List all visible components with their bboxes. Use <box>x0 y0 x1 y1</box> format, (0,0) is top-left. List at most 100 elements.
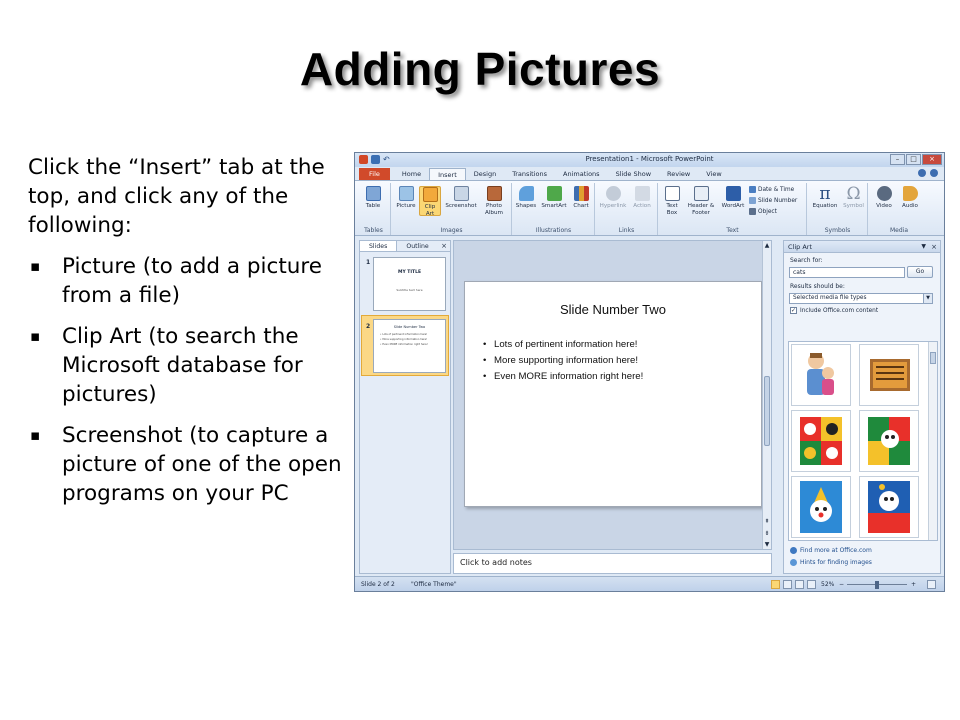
tab-animations[interactable]: Animations <box>555 168 608 180</box>
video-button[interactable]: Video <box>873 186 895 210</box>
slide-thumbnail-1[interactable]: MY TITLE Subtitle text here <box>373 257 446 311</box>
slide-thumbnail-2[interactable]: Slide Number Two • Lots of pertinent inf… <box>373 319 446 373</box>
search-input[interactable]: cats <box>789 267 905 278</box>
clip-art-result[interactable] <box>791 476 851 538</box>
clip-art-result[interactable] <box>859 476 919 538</box>
clip-art-result[interactable] <box>791 344 851 406</box>
text-box-button[interactable]: Text Box <box>661 186 683 216</box>
window-controls: – □ × <box>890 154 942 165</box>
slide-canvas[interactable]: Slide Number Two Lots of pertinent infor… <box>464 281 762 507</box>
table-button[interactable]: Table <box>362 186 384 210</box>
include-office-checkbox[interactable]: ✓ Include Office.com content <box>790 307 878 314</box>
audio-button[interactable]: Audio <box>899 186 921 210</box>
insert-ribbon: Table Tables Picture Clip Art Screenshot… <box>355 180 944 236</box>
zoom-out-icon[interactable]: − <box>839 577 844 591</box>
slide-sorter-view-icon[interactable] <box>783 580 792 589</box>
hints-link[interactable]: Hints for finding images <box>790 559 872 566</box>
tab-transitions[interactable]: Transitions <box>504 168 555 180</box>
smartart-icon <box>546 186 562 201</box>
action-icon <box>634 186 650 201</box>
header-footer-button[interactable]: Header & Footer <box>685 186 717 216</box>
screenshot-button[interactable]: Screenshot <box>444 186 478 210</box>
help-icon[interactable] <box>930 169 938 177</box>
minimize-ribbon-icon[interactable] <box>918 169 926 177</box>
zoom-slider-handle[interactable] <box>875 581 879 589</box>
go-button[interactable]: Go <box>907 266 933 278</box>
slide-number: 1 <box>366 259 371 266</box>
tab-home[interactable]: Home <box>394 168 429 180</box>
editor-scrollbar[interactable]: ▲ ⇞ ⇟ ▼ <box>762 241 771 549</box>
window-title: Presentation1 - Microsoft PowerPoint <box>585 155 714 163</box>
clip-art-button[interactable]: Clip Art <box>419 186 441 217</box>
next-slide-icon[interactable]: ⇟ <box>763 530 771 537</box>
reading-view-icon[interactable] <box>795 580 804 589</box>
tab-review[interactable]: Review <box>659 168 698 180</box>
previous-slide-icon[interactable]: ⇞ <box>763 518 771 525</box>
canvas-bullets[interactable]: Lots of pertinent information here! More… <box>483 337 643 385</box>
notes-pane[interactable]: Click to add notes <box>453 553 772 574</box>
square-bullet-icon: ▪ <box>30 257 41 275</box>
chart-button[interactable]: Chart <box>570 186 592 210</box>
close-icon[interactable]: × <box>931 241 937 253</box>
close-button[interactable]: × <box>922 154 942 165</box>
close-icon[interactable]: × <box>441 242 447 250</box>
square-bullet-icon: ▪ <box>30 327 41 345</box>
clip-art-pane-title: Clip Art <box>788 243 813 251</box>
tab-design[interactable]: Design <box>466 168 504 180</box>
square-bullet-icon: ▪ <box>30 426 41 444</box>
smartart-button[interactable]: SmartArt <box>539 186 569 210</box>
theme-name: "Office Theme" <box>411 581 457 588</box>
media-types-select[interactable]: Selected media file types ▼ <box>789 293 933 304</box>
slide-number: 2 <box>366 323 371 330</box>
wordart-button[interactable]: WordArt <box>719 186 747 210</box>
zoom-in-icon[interactable]: + <box>911 577 916 591</box>
group-links: Hyperlink Action Links <box>596 183 658 235</box>
slide-editor: Slide Number Two Lots of pertinent infor… <box>453 240 772 550</box>
photo-album-button[interactable]: Photo Album <box>480 186 508 216</box>
bullet-text: Clip Art (to search the Microsoft databa… <box>62 324 303 407</box>
slide-number-button[interactable]: Slide Number <box>749 197 797 204</box>
tab-insert[interactable]: Insert <box>429 168 466 180</box>
shapes-icon <box>518 186 534 201</box>
tiger-photo-clipart <box>870 359 910 391</box>
table-icon <box>365 186 381 201</box>
intro-paragraph: Click the “Insert” tab at the top, and c… <box>28 155 325 238</box>
shapes-button[interactable]: Shapes <box>515 186 537 210</box>
canvas-slide-title[interactable]: Slide Number Two <box>465 302 761 317</box>
maximize-button[interactable]: □ <box>906 154 921 165</box>
tab-file[interactable]: File <box>359 168 390 180</box>
symbol-button[interactable]: Ω Symbol <box>841 186 866 210</box>
object-button[interactable]: Object <box>749 208 777 215</box>
date-time-button[interactable]: Date & Time <box>749 186 794 193</box>
find-more-link[interactable]: Find more at Office.com <box>790 547 872 554</box>
slide-show-view-icon[interactable] <box>807 580 816 589</box>
fit-to-window-icon[interactable] <box>927 580 936 589</box>
clip-art-result[interactable] <box>791 410 851 472</box>
zoom-level[interactable]: 52% <box>821 577 834 591</box>
tab-slide-show[interactable]: Slide Show <box>608 168 659 180</box>
clip-art-result[interactable] <box>859 410 919 472</box>
scroll-thumb[interactable] <box>764 376 770 446</box>
minimize-button[interactable]: – <box>890 154 905 165</box>
equation-button[interactable]: π Equation <box>810 186 840 210</box>
results-scrollbar[interactable] <box>928 342 937 540</box>
tab-outline[interactable]: Outline <box>397 241 437 251</box>
pane-options-icon[interactable]: ▼ <box>921 241 926 253</box>
bullet-item-picture: ▪ Picture (to add a picture from a file) <box>28 252 350 310</box>
scroll-down-icon[interactable]: ▼ <box>763 541 771 548</box>
scroll-thumb[interactable] <box>930 352 936 364</box>
action-button[interactable]: Action <box>630 186 654 210</box>
status-bar: Slide 2 of 2 "Office Theme" 52% − + <box>355 576 944 591</box>
scroll-up-icon[interactable]: ▲ <box>763 242 771 249</box>
hyperlink-button[interactable]: Hyperlink <box>598 186 628 210</box>
picture-button[interactable]: Picture <box>395 186 417 210</box>
mother-child-clipart <box>807 353 834 395</box>
tab-view[interactable]: View <box>698 168 729 180</box>
globe-icon <box>790 547 797 554</box>
clip-art-pane: Clip Art ▼ × Search for: cats Go Results… <box>783 240 941 574</box>
tab-slides[interactable]: Slides <box>360 241 398 251</box>
normal-view-icon[interactable] <box>771 580 780 589</box>
clip-art-result[interactable] <box>859 344 919 406</box>
wordart-icon <box>725 186 741 201</box>
group-tables: Table Tables <box>357 183 391 235</box>
